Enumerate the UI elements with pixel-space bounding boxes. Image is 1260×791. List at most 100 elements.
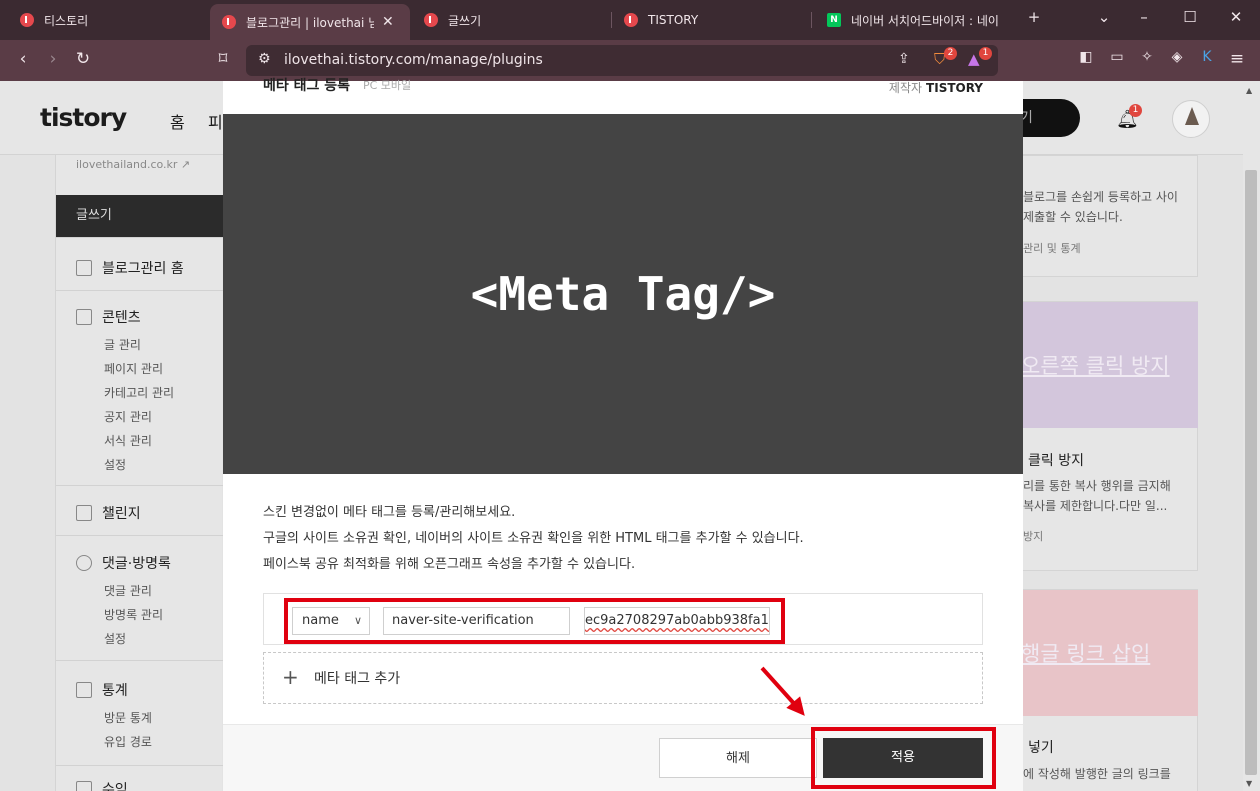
tab-title: TISTORY xyxy=(648,13,699,27)
modal-subtitle: PC 모바일 xyxy=(363,79,412,92)
divider xyxy=(56,485,223,486)
divider xyxy=(56,765,223,766)
brave-shield-count: 2 xyxy=(944,47,957,60)
plugin-meta: 관리 및 통계 xyxy=(1023,242,1081,255)
share-icon[interactable]: ⇪ xyxy=(898,51,910,67)
plugin-meta: 방지 xyxy=(1023,530,1044,543)
modal-maker: 제작자 TISTORY xyxy=(888,81,983,95)
menu-icon[interactable]: ≡ xyxy=(1226,49,1248,69)
tab-list-icon[interactable]: ⌄ xyxy=(1092,8,1116,26)
banner-text: 행글 링크 삽입 xyxy=(1021,642,1151,666)
reload-icon[interactable]: ↻ xyxy=(72,49,94,69)
sidebar-item-income[interactable]: 수익 xyxy=(76,779,128,791)
sidebar-item-label: 댓글·방명록 xyxy=(102,556,171,572)
scroll-down-icon[interactable]: ▼ xyxy=(1246,779,1252,788)
blog-url-link[interactable]: ilovethailand.co.kr ↗ xyxy=(76,158,190,171)
sidebar-item-challenge[interactable]: 챌린지 xyxy=(76,503,141,523)
divider xyxy=(56,237,223,238)
sidebar-subitem[interactable]: 방문 통계 xyxy=(104,709,152,726)
add-meta-tag-label: 메타 태그 추가 xyxy=(314,671,401,687)
vpn-icon[interactable]: ◈ xyxy=(1166,49,1188,65)
coin-icon xyxy=(76,781,92,791)
minimize-icon[interactable]: – xyxy=(1132,8,1156,26)
sidebar-item-contents[interactable]: 콘텐츠 xyxy=(76,307,141,327)
sidebar-subitem[interactable]: 방명록 관리 xyxy=(104,606,163,623)
plugin-title: 넣기 xyxy=(1028,740,1054,756)
wallet-icon[interactable]: ▭ xyxy=(1106,49,1128,65)
new-tab-icon[interactable]: + xyxy=(1022,8,1046,26)
sidebar-subitem[interactable]: 공지 관리 xyxy=(104,408,152,425)
plugin-desc: 에 작성해 발행한 글의 링크를 xyxy=(1023,767,1171,781)
sidebar-subitem[interactable]: 유입 경로 xyxy=(104,733,152,750)
description-line: 스킨 변경없이 메타 태그를 등록/관리해보세요. xyxy=(263,505,516,520)
sidebar-subitem[interactable]: 댓글 관리 xyxy=(104,582,152,599)
close-window-icon[interactable]: ✕ xyxy=(1224,8,1248,26)
tab-naver[interactable]: N 네이버 서치어드바이저 : 네이 xyxy=(815,5,1013,35)
nav-feed[interactable]: 피 xyxy=(208,109,223,133)
tab-title: 네이버 서치어드바이저 : 네이 xyxy=(851,13,999,28)
tistory-icon xyxy=(424,13,438,27)
sidebar-toggle-icon[interactable]: ◧ xyxy=(1075,49,1097,65)
plugin-title: 클릭 방지 xyxy=(1028,453,1084,469)
forward-icon[interactable]: › xyxy=(42,49,64,69)
plugin-desc: 리를 통한 복사 행위를 금지해 xyxy=(1023,479,1171,493)
comment-icon xyxy=(76,555,92,571)
plugin-banner: 행글 링크 삽입 xyxy=(1021,590,1198,716)
sidebar-subitem[interactable]: 설정 xyxy=(104,456,126,473)
bookmark-icon[interactable]: ⌑ xyxy=(212,49,234,69)
tab-blog-manage[interactable]: 블로그관리 | ilovethai 님 ✕ xyxy=(210,4,410,40)
avatar[interactable] xyxy=(1172,100,1210,138)
divider xyxy=(56,290,223,291)
browser-tab-bar: 티스토리 블로그관리 | ilovethai 님 ✕ 글쓰기 TISTORY N… xyxy=(0,0,1260,40)
sidebar-subitem[interactable]: 카테고리 관리 xyxy=(104,384,174,401)
tab-tistory-2[interactable]: TISTORY xyxy=(612,5,807,35)
tistory-icon xyxy=(222,15,236,29)
sidebar-item-label: 콘텐츠 xyxy=(102,310,141,326)
close-tab-icon[interactable]: ✕ xyxy=(382,14,394,30)
modal-title: 메타 태그 등록 xyxy=(263,78,351,94)
maximize-icon[interactable]: ☐ xyxy=(1178,8,1202,26)
sidebar-write-button[interactable]: 글쓰기 xyxy=(56,195,223,237)
sidebar-subitem[interactable]: 서식 관리 xyxy=(104,432,152,449)
sidebar-subitem[interactable]: 설정 xyxy=(104,630,126,647)
flag-icon xyxy=(76,505,92,521)
plugin-desc: 블로그를 손쉽게 등록하고 사이 xyxy=(1023,190,1178,204)
divider xyxy=(56,660,223,661)
sidebar-subitem[interactable]: 글 관리 xyxy=(104,336,141,353)
tistory-icon xyxy=(624,13,638,27)
highlight-box-apply xyxy=(811,727,996,789)
back-icon[interactable]: ‹ xyxy=(12,49,34,69)
url-text[interactable]: ilovethai.tistory.com/manage/plugins xyxy=(284,52,543,68)
plugin-desc: 복사를 제한합니다.다만 일... xyxy=(1023,499,1168,513)
plugin-desc: 제출할 수 있습니다. xyxy=(1023,210,1123,224)
sidebar-item-home[interactable]: 블로그관리 홈 xyxy=(76,258,184,278)
address-bar[interactable]: ⚙ ilovethai.tistory.com/manage/plugins ⇪… xyxy=(246,45,998,76)
sidebar-item-stats[interactable]: 통계 xyxy=(76,680,128,700)
sidebar-item-label: 통계 xyxy=(102,683,128,699)
scroll-up-icon[interactable]: ▲ xyxy=(1246,86,1252,95)
chart-icon xyxy=(76,682,92,698)
extension-icon[interactable]: K xyxy=(1196,49,1218,65)
sidebar-subitem[interactable]: 페이지 관리 xyxy=(104,360,163,377)
plugin-hero: <Meta Tag/> xyxy=(223,114,1023,474)
add-meta-tag-button[interactable]: + 메타 태그 추가 xyxy=(263,652,983,704)
tab-write[interactable]: 글쓰기 xyxy=(412,5,607,35)
plugin-banner: 오른쪽 클릭 방지 xyxy=(1021,302,1198,428)
leo-ai-icon[interactable]: ✧ xyxy=(1136,49,1158,65)
highlight-box-meta-inputs xyxy=(284,598,785,644)
cancel-button[interactable]: 해제 xyxy=(659,738,817,778)
tab-tistory[interactable]: 티스토리 xyxy=(8,5,203,35)
browser-toolbar: ‹ › ↻ ⌑ ⚙ ilovethai.tistory.com/manage/p… xyxy=(0,40,1260,81)
sidebar-item-label: 수익 xyxy=(102,782,128,791)
tistory-logo[interactable]: tistory xyxy=(40,103,127,132)
tab-title: 블로그관리 | ilovethai 님 xyxy=(246,15,374,30)
tab-separator xyxy=(811,12,812,28)
sidebar: ilovethailand.co.kr ↗ 글쓰기 블로그관리 홈 콘텐츠 글 … xyxy=(55,155,223,791)
rewards-icon[interactable]: ▲ xyxy=(968,50,980,68)
nav-home[interactable]: 홈 xyxy=(170,109,185,133)
tab-title: 티스토리 xyxy=(44,13,89,28)
rewards-count: 1 xyxy=(979,47,992,60)
sidebar-item-comments[interactable]: 댓글·방명록 xyxy=(76,553,171,573)
site-info-icon[interactable]: ⚙ xyxy=(258,51,271,67)
scrollbar-thumb[interactable] xyxy=(1245,170,1257,775)
